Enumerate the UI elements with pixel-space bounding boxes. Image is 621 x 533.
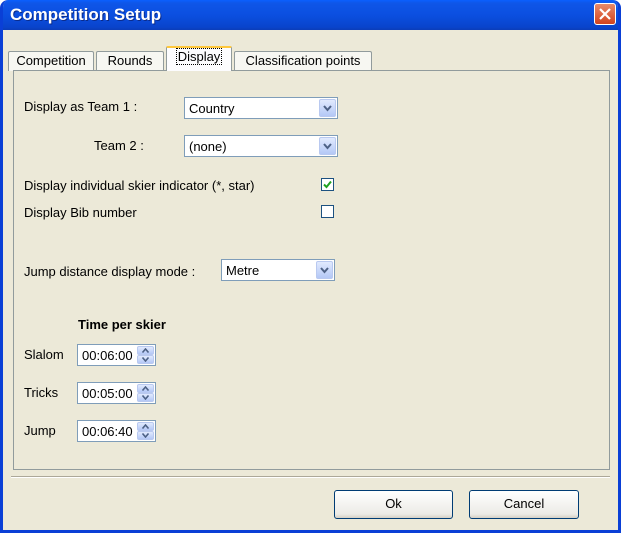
tab-label: Competition	[16, 53, 86, 68]
title-bar[interactable]: Competition Setup	[3, 0, 618, 30]
bib-number-checkbox[interactable]	[321, 205, 334, 218]
time-per-skier-heading: Time per skier	[78, 317, 166, 332]
ok-button[interactable]: Ok	[334, 490, 453, 519]
skier-indicator-label: Display individual skier indicator (*, s…	[24, 178, 255, 193]
close-button[interactable]	[594, 3, 616, 25]
checkmark-icon	[323, 180, 332, 189]
chevron-up-icon	[142, 386, 149, 391]
slalom-spin-down-button[interactable]	[137, 355, 154, 364]
window-title: Competition Setup	[10, 5, 162, 24]
tab-label: Display	[175, 48, 223, 65]
chevron-up-icon	[142, 348, 149, 353]
tab-display[interactable]: Display	[166, 46, 232, 71]
tricks-spin-down-button[interactable]	[137, 393, 154, 402]
team2-select-dropdown-button[interactable]	[319, 137, 336, 155]
team1-select-dropdown-button[interactable]	[319, 99, 336, 117]
slalom-time-spinner[interactable]: 00:06:00	[77, 344, 156, 366]
jump-time-value: 00:06:40	[82, 424, 133, 439]
bib-number-label: Display Bib number	[24, 205, 137, 220]
chevron-down-icon	[320, 267, 329, 274]
tricks-time-value: 00:05:00	[82, 386, 133, 401]
team2-select[interactable]: (none)	[184, 135, 338, 157]
jump-time-spinner[interactable]: 00:06:40	[77, 420, 156, 442]
jump-mode-select-value: Metre	[226, 263, 260, 278]
chevron-up-icon	[142, 424, 149, 429]
chevron-down-icon	[142, 357, 149, 362]
slalom-time-value: 00:06:00	[82, 348, 133, 363]
tricks-spin-up-button[interactable]	[137, 384, 154, 393]
team2-select-value: (none)	[189, 139, 227, 154]
slalom-spin-up-button[interactable]	[137, 346, 154, 355]
skier-indicator-checkbox[interactable]	[321, 178, 334, 191]
chevron-down-icon	[142, 433, 149, 438]
tricks-label: Tricks	[24, 385, 59, 400]
team1-label: Display as Team 1 :	[24, 99, 138, 114]
competition-setup-window: Competition Setup Competition Rounds Dis…	[0, 0, 621, 533]
slalom-label: Slalom	[24, 347, 64, 362]
footer-separator	[11, 476, 610, 478]
cancel-button[interactable]: Cancel	[469, 490, 579, 519]
tricks-time-spinner[interactable]: 00:05:00	[77, 382, 156, 404]
display-tab-panel: Display as Team 1 : Country Team 2 : (no…	[13, 70, 610, 470]
jump-label: Jump	[24, 423, 56, 438]
tab-competition[interactable]: Competition	[8, 51, 94, 71]
chevron-down-icon	[323, 143, 332, 150]
jump-spin-down-button[interactable]	[137, 431, 154, 440]
tab-rounds[interactable]: Rounds	[96, 51, 164, 71]
tab-classification-points[interactable]: Classification points	[234, 51, 372, 71]
chevron-down-icon	[142, 395, 149, 400]
team2-label: Team 2 :	[94, 138, 144, 153]
close-icon	[599, 8, 611, 20]
team1-select-value: Country	[189, 101, 235, 116]
tab-label: Classification points	[245, 53, 361, 68]
jump-spin-up-button[interactable]	[137, 422, 154, 431]
jump-mode-select-dropdown-button[interactable]	[316, 261, 333, 279]
jump-mode-label: Jump distance display mode :	[24, 264, 196, 279]
jump-mode-select[interactable]: Metre	[221, 259, 335, 281]
chevron-down-icon	[323, 105, 332, 112]
tab-label: Rounds	[107, 53, 153, 68]
team1-select[interactable]: Country	[184, 97, 338, 119]
